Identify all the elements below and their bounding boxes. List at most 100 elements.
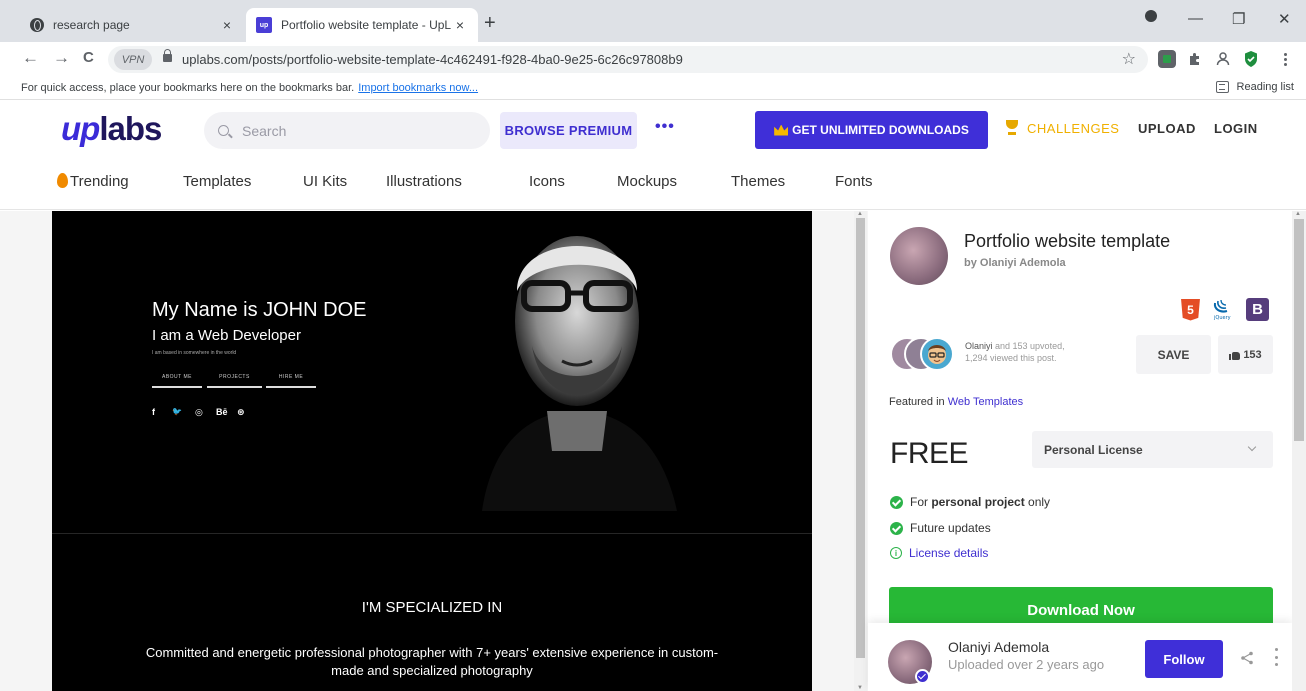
check-icon <box>890 495 903 509</box>
save-button[interactable]: SAVE <box>1136 335 1211 374</box>
tab-title: research page <box>53 18 130 32</box>
lock-icon[interactable] <box>163 49 172 62</box>
nav-templates[interactable]: Templates <box>183 173 251 190</box>
nav-themes[interactable]: Themes <box>731 173 785 190</box>
search-icon <box>218 125 229 136</box>
facebook-icon: f <box>152 407 155 417</box>
restore-button[interactable]: ❐ <box>1232 10 1245 28</box>
feature-future-updates: Future updates <box>890 521 991 535</box>
post-title: Portfolio website template <box>964 231 1171 251</box>
search-placeholder: Search <box>242 122 287 139</box>
challenges-link[interactable]: CHALLENGES <box>1005 120 1119 136</box>
search-input[interactable]: Search <box>204 112 490 149</box>
preview-scrollbar[interactable]: ▲ ▼ <box>854 211 867 691</box>
feature-bold: personal project <box>931 495 1025 509</box>
extensions-puzzle-icon[interactable] <box>1186 50 1204 68</box>
share-icon[interactable] <box>1240 651 1254 665</box>
specialized-title: I'M SPECIALIZED IN <box>361 599 503 616</box>
shield-extension-icon[interactable] <box>1242 50 1260 68</box>
extension-adblock-icon[interactable] <box>1158 50 1176 68</box>
tab-portfolio-template[interactable]: up Portfolio website template - UpL × <box>246 8 478 42</box>
close-tab-icon[interactable]: × <box>219 17 235 33</box>
instagram-icon: ◎ <box>195 407 203 417</box>
nav-ui-kits[interactable]: UI Kits <box>303 173 347 190</box>
forward-button[interactable]: → <box>53 48 70 68</box>
bootstrap-icon[interactable]: B <box>1246 298 1269 321</box>
more-menu-icon[interactable]: ••• <box>655 118 675 136</box>
login-link[interactable]: LOGIN <box>1214 121 1258 136</box>
upvoter-name[interactable]: Olaniyi <box>965 341 993 351</box>
page-scrollbar[interactable]: ▲ <box>1292 211 1306 691</box>
scroll-down-arrow-icon[interactable]: ▼ <box>857 685 863 691</box>
nav-icons[interactable]: Icons <box>529 173 565 190</box>
address-bar: ← → C VPN uplabs.com/posts/portfolio-web… <box>0 42 1306 76</box>
post-author[interactable]: by Olaniyi Ademola <box>964 257 1066 269</box>
featured-in: Featured in Web Templates <box>889 396 1023 408</box>
hero-role: I am a Web Developer <box>152 327 301 344</box>
nav-mockups[interactable]: Mockups <box>617 173 677 190</box>
like-button[interactable]: 153 <box>1218 335 1273 374</box>
minimize-button[interactable]: — <box>1188 10 1203 27</box>
uplabs-logo[interactable]: uplabs <box>61 110 162 148</box>
tab-research-page[interactable]: research page × <box>20 8 245 42</box>
url-text[interactable]: uplabs.com/posts/portfolio-website-templ… <box>182 52 683 67</box>
close-tab-icon[interactable]: × <box>452 17 468 33</box>
close-window-button[interactable]: ✕ <box>1278 10 1291 28</box>
import-bookmarks-link[interactable]: Import bookmarks now... <box>358 82 478 94</box>
footer-author-name[interactable]: Olaniyi Ademola <box>948 639 1049 655</box>
bookmarks-bar: For quick access, place your bookmarks h… <box>0 76 1306 100</box>
scroll-up-arrow-icon[interactable]: ▲ <box>1295 211 1301 217</box>
bookmark-star-icon[interactable]: ☆ <box>1122 49 1136 69</box>
reload-button[interactable]: C <box>83 49 94 66</box>
check-icon <box>890 521 903 535</box>
upvote-count-text: and 153 upvoted, <box>992 341 1065 351</box>
license-selected-value: Personal License <box>1044 442 1143 457</box>
get-unlimited-downloads-button[interactable]: GET UNLIMITED DOWNLOADS <box>755 111 988 149</box>
author-avatar[interactable] <box>890 227 948 285</box>
profile-icon[interactable] <box>1214 50 1232 68</box>
tech-badges: 5 jQuery B <box>1181 298 1269 321</box>
logo-up: up <box>61 110 100 147</box>
browse-premium-button[interactable]: BROWSE PREMIUM <box>500 112 637 149</box>
profile-dot-icon[interactable] <box>1145 9 1157 26</box>
upvoter-avatar[interactable] <box>920 337 954 371</box>
web-templates-link[interactable]: Web Templates <box>948 396 1023 408</box>
license-details-link[interactable]: i License details <box>890 546 988 560</box>
scroll-up-arrow-icon[interactable]: ▲ <box>857 211 863 217</box>
upvoter-avatars[interactable] <box>890 337 960 371</box>
tab-title: Portfolio website template - UpL <box>281 18 452 32</box>
html5-icon[interactable]: 5 <box>1181 298 1200 321</box>
template-preview-image[interactable]: My Name is JOHN DOE I am a Web Developer… <box>52 211 812 691</box>
nav-illustrations[interactable]: Illustrations <box>386 173 462 190</box>
jquery-icon[interactable]: jQuery <box>1212 299 1234 321</box>
upload-link[interactable]: UPLOAD <box>1138 121 1196 136</box>
back-button[interactable]: ← <box>22 48 39 68</box>
chrome-menu-icon[interactable] <box>1276 50 1294 68</box>
bookmarks-hint: For quick access, place your bookmarks h… <box>21 82 478 94</box>
nav-trending[interactable]: Trending <box>57 173 129 190</box>
browser-tab-bar: research page × up Portfolio website tem… <box>0 0 1306 42</box>
omnibox[interactable]: VPN uplabs.com/posts/portfolio-website-t… <box>108 46 1148 73</box>
behance-icon: Bē <box>216 407 228 417</box>
post-sidebar: Portfolio website template by Olaniyi Ad… <box>868 211 1292 691</box>
feature-personal-text: For personal project only <box>910 495 1050 509</box>
logo-labs: labs <box>99 110 162 147</box>
license-select[interactable]: Personal License <box>1032 431 1273 468</box>
price: FREE <box>890 437 969 470</box>
hero-name: My Name is JOHN DOE <box>152 299 367 321</box>
reading-list-button[interactable]: Reading list <box>1215 81 1294 93</box>
nav-fonts[interactable]: Fonts <box>835 173 873 190</box>
feature-updates-text: Future updates <box>910 521 991 535</box>
preview-scrollbar-thumb[interactable] <box>856 218 865 658</box>
info-icon: i <box>890 547 902 559</box>
page-scrollbar-thumb[interactable] <box>1294 219 1304 441</box>
follow-button[interactable]: Follow <box>1145 640 1223 678</box>
more-options-icon[interactable] <box>1275 648 1279 666</box>
jquery-label: jQuery <box>1213 315 1231 321</box>
get-unlimited-label: GET UNLIMITED DOWNLOADS <box>792 123 969 137</box>
bookmarks-hint-text: For quick access, place your bookmarks h… <box>21 82 355 94</box>
new-tab-button[interactable]: + <box>484 12 496 35</box>
vpn-badge[interactable]: VPN <box>114 49 152 70</box>
chevron-down-icon <box>1247 442 1257 452</box>
portrait-photo <box>482 236 677 511</box>
